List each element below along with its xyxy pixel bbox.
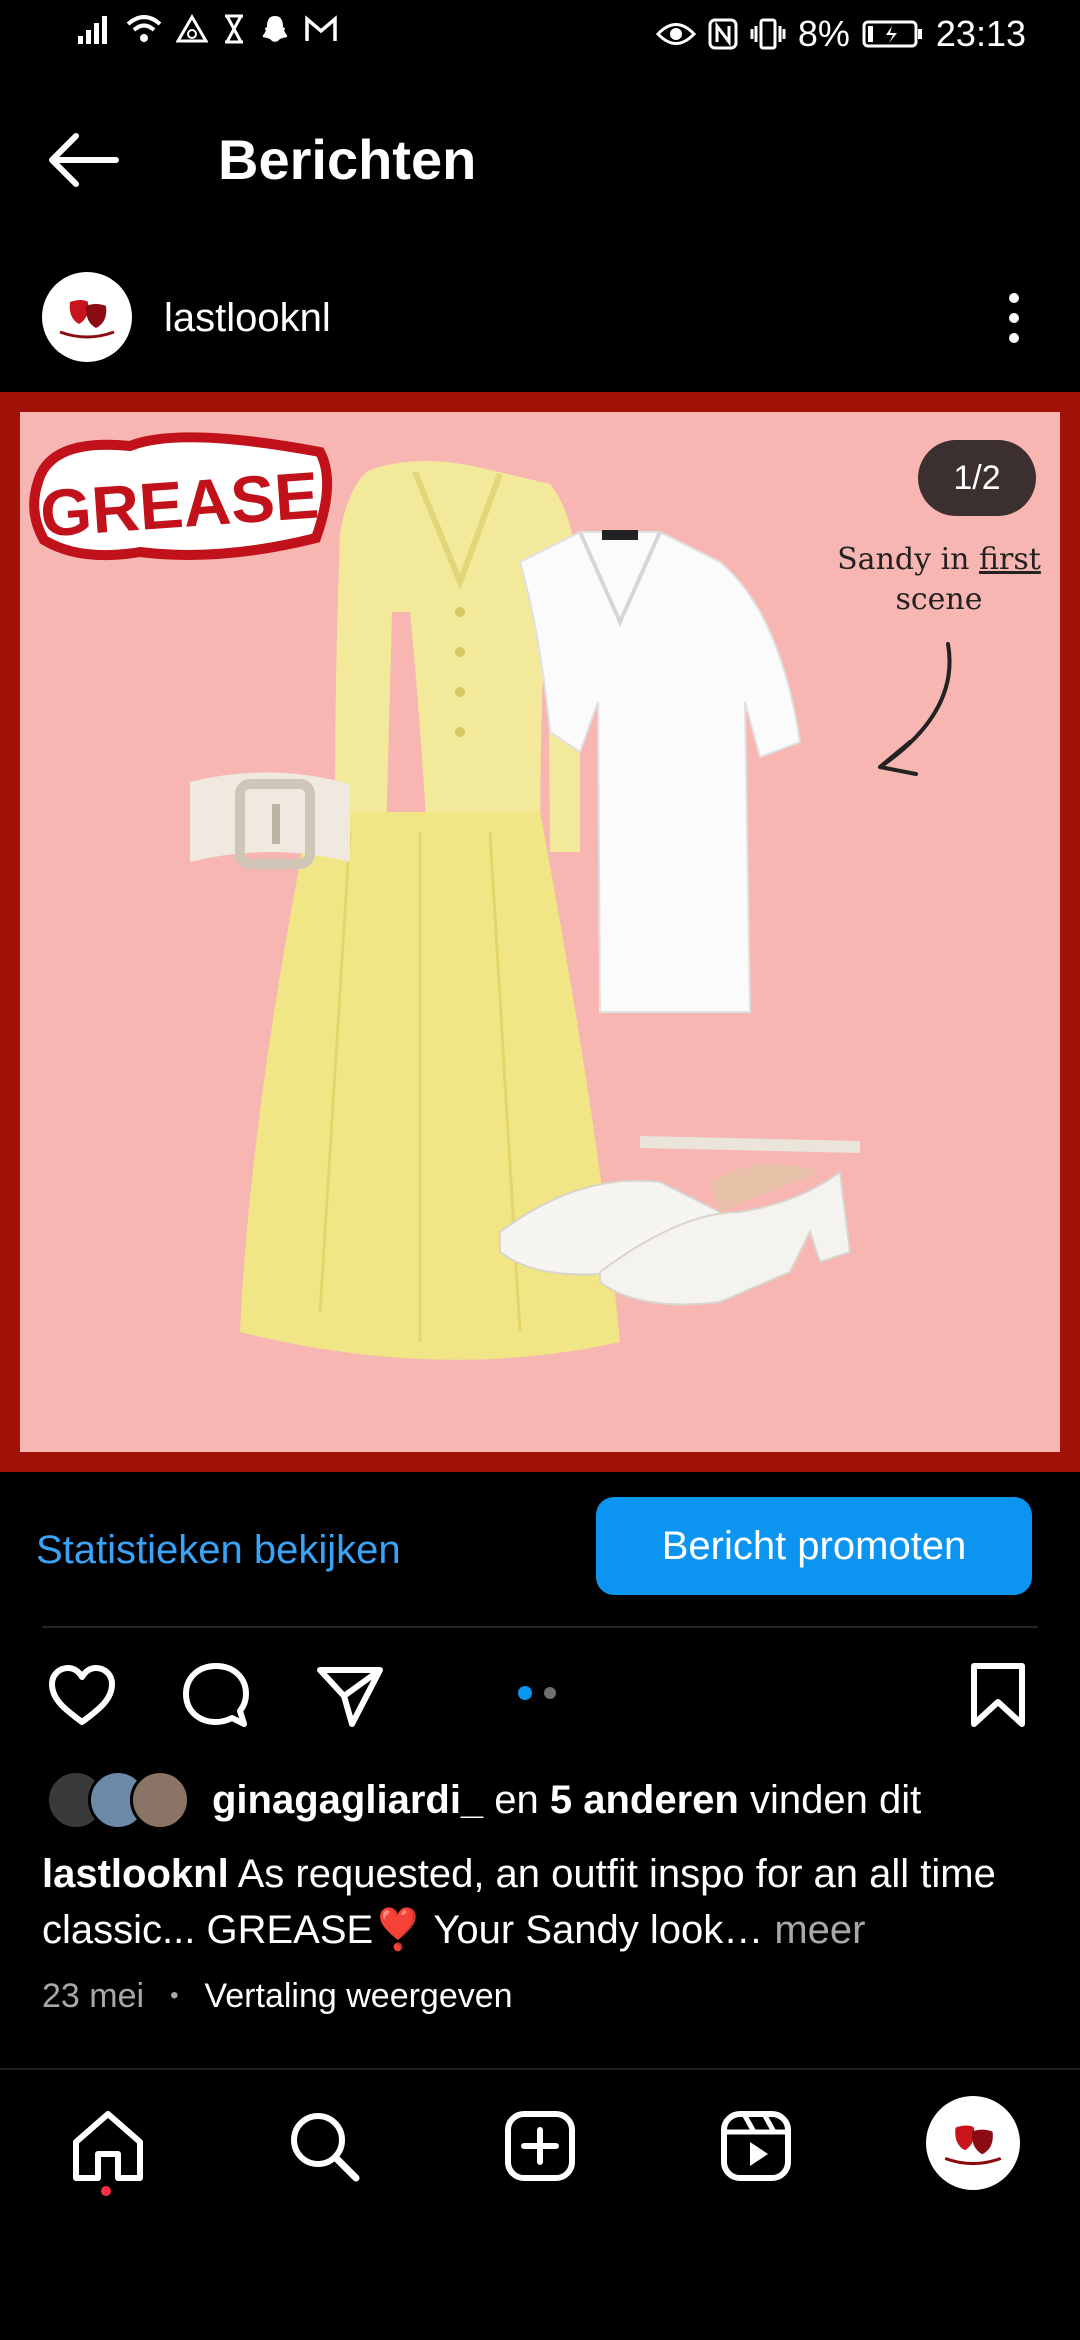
home-icon[interactable] xyxy=(68,2106,148,2186)
reels-icon[interactable] xyxy=(716,2106,796,2186)
bookmark-icon[interactable] xyxy=(962,1660,1034,1732)
battery-icon xyxy=(862,20,922,48)
search-icon[interactable] xyxy=(284,2106,364,2186)
post-date: 23 mei xyxy=(42,1977,145,2015)
divider xyxy=(42,1626,1038,1628)
post-author-username[interactable]: lastlooknl xyxy=(164,294,331,342)
status-bar: 8% 23:13 xyxy=(0,0,1080,72)
status-left xyxy=(78,14,338,44)
grease-logo: GREASE xyxy=(29,432,333,561)
clock: 23:13 xyxy=(935,13,1026,54)
create-icon[interactable] xyxy=(500,2106,580,2186)
eye-icon xyxy=(655,23,696,45)
likes-suffix: vinden dit xyxy=(738,1778,922,1822)
meta-separator: • xyxy=(170,1982,179,2009)
page-title: Berichten xyxy=(218,128,477,191)
carousel-counter: 1/2 xyxy=(918,440,1036,516)
more-options-icon[interactable] xyxy=(1002,290,1026,346)
view-insights-link[interactable]: Statistieken bekijken xyxy=(36,1526,401,1574)
gmail-icon xyxy=(305,15,337,41)
yellow-skirt xyxy=(240,812,620,1360)
snapchat-icon xyxy=(262,16,288,42)
status-right: 8% 23:13 xyxy=(655,13,1026,54)
post-author-avatar[interactable] xyxy=(42,272,132,362)
likes-text[interactable]: ginagagliardi_ en 5 anderen vinden dit xyxy=(212,1776,921,1824)
annotation-part2: scene xyxy=(895,582,983,617)
back-arrow-icon[interactable] xyxy=(46,128,122,192)
vibrate-icon xyxy=(750,18,786,50)
post-caption[interactable]: lastlooknl As requested, an outfit inspo… xyxy=(42,1846,1042,1958)
carousel-dot xyxy=(544,1687,556,1699)
carousel-dot-active xyxy=(518,1686,532,1700)
alert-icon xyxy=(176,14,208,43)
post-meta: 23 mei • Vertaling weergeven xyxy=(42,1974,513,2018)
wifi-icon xyxy=(126,15,162,42)
promote-post-button[interactable]: Bericht promoten xyxy=(596,1497,1032,1595)
comment-icon[interactable] xyxy=(180,1660,252,1732)
caption-username[interactable]: lastlooknl xyxy=(42,1852,229,1896)
theater-masks-icon xyxy=(59,300,115,339)
signal-icon xyxy=(78,16,107,44)
others-count[interactable]: 5 anderen xyxy=(550,1778,739,1822)
liker-avatars[interactable] xyxy=(46,1770,190,1830)
top-app-bar xyxy=(0,100,1080,220)
carousel-indicator xyxy=(518,1686,556,1700)
annotation-part1: Sandy in xyxy=(837,542,970,577)
annotation-underlined: first xyxy=(979,542,1041,577)
white-belt xyxy=(190,772,350,869)
home-notification-dot xyxy=(101,2186,111,2196)
curved-arrow xyxy=(878,642,952,776)
profile-avatar[interactable] xyxy=(926,2096,1020,2190)
likes-connector: en xyxy=(483,1778,550,1822)
theater-masks-icon xyxy=(944,2125,1002,2166)
liker-avatar xyxy=(130,1770,190,1830)
battery-percent: 8% xyxy=(797,13,850,54)
hourglass-icon xyxy=(225,14,243,44)
caption-more[interactable]: meer xyxy=(763,1908,865,1952)
image-annotation: Sandy in first scene xyxy=(824,540,1054,620)
share-icon[interactable] xyxy=(314,1660,386,1732)
nfc-icon xyxy=(708,18,738,50)
translate-link[interactable]: Vertaling weergeven xyxy=(204,1974,512,2018)
heart-icon[interactable] xyxy=(46,1660,118,1732)
liker-username[interactable]: ginagagliardi_ xyxy=(212,1778,483,1822)
divider xyxy=(0,2068,1080,2070)
